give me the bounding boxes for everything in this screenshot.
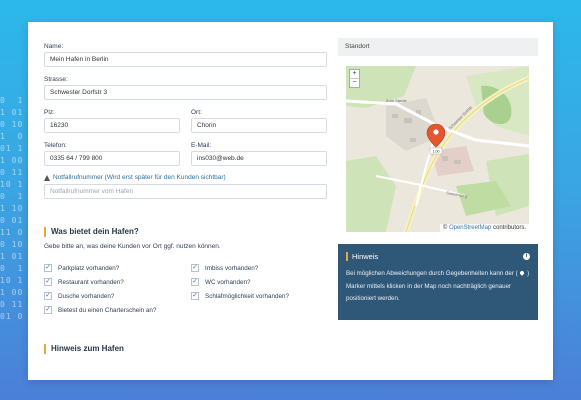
osm-link[interactable]: OpenStreetMap (449, 225, 491, 231)
notfall-label-row: Notfallrufnummer (Wird erst später für d… (44, 174, 226, 181)
form-card: Name: Mein Hafen in Berlin Strasse: Schw… (28, 22, 553, 380)
checkbox-label: Schlafmöglichkeit vorhanden? (205, 292, 290, 300)
strasse-input[interactable]: Schwester Dorfstr 3 (44, 85, 327, 100)
location-map[interactable]: Zum Sande Schwester Dorfstr Sonnenweg 1,… (346, 66, 529, 232)
email-label: E-Mail: (191, 142, 212, 149)
road-label: Zum Sande (386, 98, 407, 103)
checkbox-box[interactable]: ✓ (44, 306, 52, 314)
zoom-out-button[interactable]: − (350, 78, 359, 87)
warning-icon (44, 174, 50, 181)
info-icon: i (523, 253, 530, 260)
zoom-controls: + − (349, 69, 360, 88)
hinweis-box: Hinweis i Bei möglichen Abweichungen dur… (338, 244, 538, 320)
checkbox-label: WC vorhanden? (205, 278, 251, 286)
ort-label: Ort: (191, 109, 202, 116)
checkbox-box[interactable]: ✓ (191, 292, 199, 300)
attribution-suffix: contributors. (492, 225, 526, 231)
checkbox-box[interactable]: ✓ (44, 264, 52, 272)
hinweis-hafen-title: Hinweis zum Hafen (44, 344, 124, 354)
standort-header: Standort (338, 38, 538, 56)
map-tiles: Zum Sande Schwester Dorfstr Sonnenweg 1,… (346, 66, 529, 232)
checkbox-parkplatz[interactable]: ✓ Parkplatz vorhanden? (44, 264, 119, 272)
offers-subtitle: Gebe bitte an, was deine Kunden vor Ort … (44, 243, 221, 250)
plz-label: Plz: (44, 109, 55, 116)
checkbox-label: Bietest du einen Charterschein an? (58, 306, 157, 314)
map-attribution: © OpenStreetMap contributors. (439, 224, 529, 232)
map-pin-icon (519, 270, 526, 276)
name-label: Name: (44, 43, 64, 50)
notfall-input[interactable]: Notfallrufnummer vom Hafen (44, 184, 327, 199)
checkbox-charterschein[interactable]: ✓ Bietest du einen Charterschein an? (44, 306, 156, 314)
notfall-label: Notfallrufnummer (Wird erst später für d… (53, 174, 226, 181)
name-input[interactable]: Mein Hafen in Berlin (44, 52, 327, 67)
checkbox-schlaf[interactable]: ✓ Schlafmöglichkeit vorhanden? (191, 292, 289, 300)
ort-input[interactable]: Chorin (191, 118, 327, 133)
strasse-label: Strasse: (44, 76, 68, 83)
hinweis-text: Bei möglichen Abweichungen durch Gegeben… (346, 268, 534, 306)
offers-title: Was bietet dein Hafen? (44, 227, 139, 237)
checkbox-restaurant[interactable]: ✓ Restaurant vorhanden? (44, 278, 124, 286)
checkbox-label: Restaurant vorhanden? (58, 278, 124, 286)
checkbox-label: Imbiss vorhanden? (205, 264, 259, 272)
hinweis-title: Hinweis (346, 252, 378, 261)
telefon-label: Telefon: (44, 142, 67, 149)
checkbox-box[interactable]: ✓ (191, 278, 199, 286)
checkbox-box[interactable]: ✓ (44, 292, 52, 300)
checkbox-box[interactable]: ✓ (44, 278, 52, 286)
marker-label: 1,00 (433, 150, 440, 154)
attribution-prefix: © (442, 225, 448, 231)
checkbox-box[interactable]: ✓ (191, 264, 199, 272)
checkbox-label: Parkplatz vorhanden? (58, 264, 120, 272)
checkbox-label: Dusche vorhanden? (58, 292, 115, 300)
checkbox-dusche[interactable]: ✓ Dusche vorhanden? (44, 292, 114, 300)
checkbox-wc[interactable]: ✓ WC vorhanden? (191, 278, 251, 286)
hinweis-text-before: Bei möglichen Abweichungen durch Gegeben… (346, 270, 518, 277)
plz-input[interactable]: 16230 (44, 118, 180, 133)
email-input[interactable]: ins030@web.de (191, 151, 327, 166)
zoom-in-button[interactable]: + (350, 70, 359, 78)
checkbox-imbiss[interactable]: ✓ Imbiss vorhanden? (191, 264, 258, 272)
telefon-input[interactable]: 0335 64 / 799 800 (44, 151, 180, 166)
